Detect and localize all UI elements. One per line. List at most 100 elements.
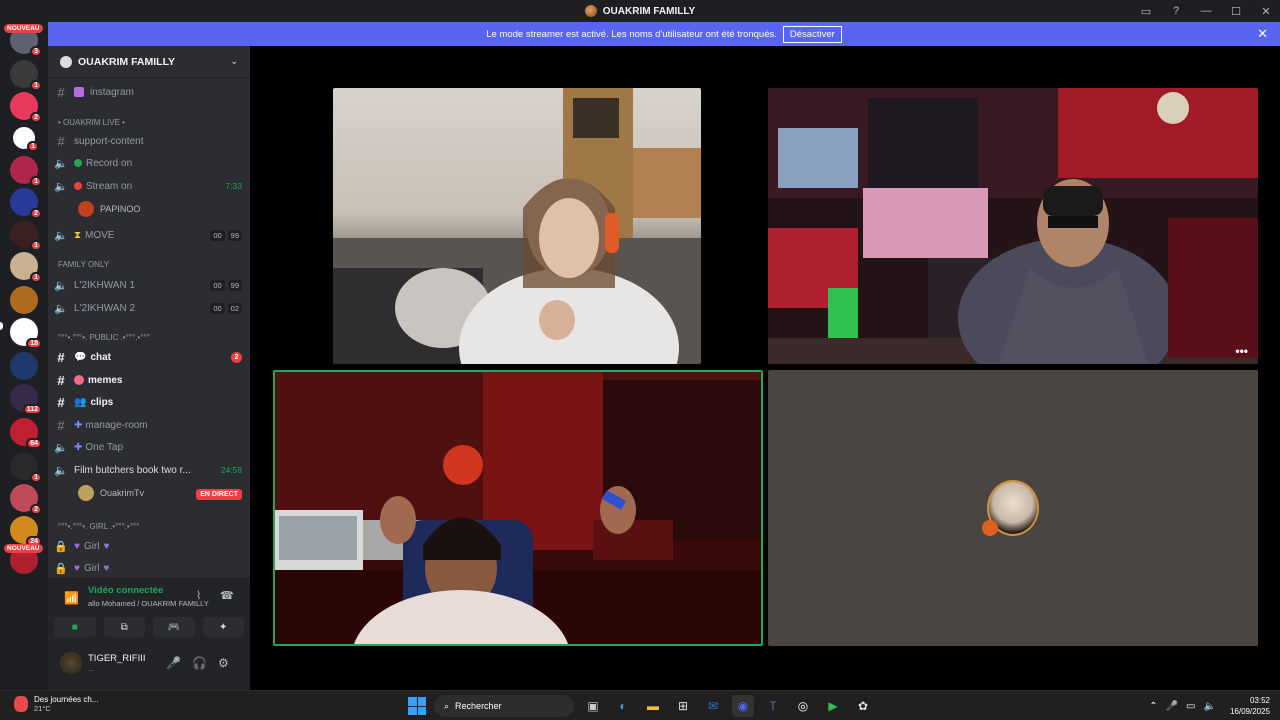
gear-icon[interactable]: ⚙ — [218, 656, 229, 670]
channel-ikhwan-1[interactable]: 🔈 L'2IKHWAN 1 00 99 — [54, 275, 242, 295]
search-bar[interactable]: ⌕ Rechercher — [434, 695, 574, 717]
noise-suppression-icon[interactable]: ⌇ — [196, 589, 201, 602]
server-header[interactable]: OUAKRIM FAMILLY ⌄ — [48, 46, 250, 78]
outlook-icon[interactable]: ✉ — [702, 695, 724, 717]
channel-one-tap[interactable]: 🔈 ✚ One Tap — [54, 437, 242, 457]
video-feed — [333, 88, 701, 364]
server-icon[interactable]: NOUVEAU 3 — [4, 24, 43, 57]
disable-streamer-button[interactable]: Désactiver — [782, 25, 842, 43]
user-count: 00 — [210, 302, 225, 314]
server-icon[interactable]: 24 — [10, 516, 42, 547]
channel-record-on[interactable]: 🔈 Record on — [54, 153, 242, 173]
play-icon[interactable]: ▶ — [822, 695, 844, 717]
user-limit: 02 — [227, 302, 242, 314]
avatar — [78, 201, 94, 217]
voice-user-ouakrimtv[interactable]: OuakrimTv EN DIRECT — [78, 483, 242, 503]
server-icon[interactable]: 112 — [10, 384, 42, 415]
category-live[interactable]: • OUAKRIM LIVE • — [58, 118, 125, 127]
help-icon[interactable]: ? — [1168, 3, 1184, 19]
minimize-button[interactable]: — — [1198, 3, 1214, 19]
user-name[interactable]: TIGER_RIFIII — [88, 653, 146, 664]
more-options-icon[interactable]: ••• — [1235, 344, 1248, 358]
server-icon[interactable]: 18 — [10, 318, 42, 349]
video-tile[interactable] — [273, 370, 763, 646]
camera-button[interactable]: ■ — [54, 617, 96, 637]
activity-button[interactable]: 🎮 — [153, 617, 195, 637]
channel-instagram[interactable]: # instagram — [54, 82, 242, 102]
video-stage: ••• — [250, 46, 1280, 690]
teams-icon[interactable]: T — [762, 695, 784, 717]
disconnect-icon[interactable]: ☎ — [220, 589, 234, 602]
store-icon[interactable]: ⊞ — [672, 695, 694, 717]
voice-user-papinoo[interactable]: PAPINOO — [78, 199, 242, 219]
obs-icon[interactable]: ◎ — [792, 695, 814, 717]
server-icon[interactable]: 1 — [10, 220, 42, 251]
headphones-icon[interactable]: 🎧 — [192, 656, 207, 670]
people-icon: 👥 — [74, 396, 87, 408]
maximize-button[interactable]: ☐ — [1228, 3, 1244, 19]
server-icon — [584, 5, 597, 17]
speaker-icon: 🔈 — [54, 464, 68, 477]
chevron-up-icon[interactable]: ⌃ — [1149, 701, 1157, 712]
server-icon[interactable] — [10, 352, 38, 380]
close-icon[interactable]: ✕ — [1257, 26, 1268, 42]
voice-status[interactable]: Vidéo connectée — [88, 585, 163, 596]
channel-label: Girl — [83, 562, 100, 574]
edge-icon[interactable]: ◐ — [612, 695, 634, 717]
channel-film-butchers[interactable]: 🔈 Film butchers book two r... 24:58 — [54, 460, 242, 480]
server-icon[interactable]: 2 — [10, 188, 42, 219]
soundboard-button[interactable]: ✦ — [202, 617, 244, 637]
avatar[interactable] — [60, 652, 82, 674]
heart-icon: ♥ — [103, 562, 110, 574]
microphone-icon[interactable]: 🎤 — [166, 656, 181, 670]
category-family-only[interactable]: FAMILY ONLY — [58, 260, 109, 269]
chevron-down-icon[interactable]: ⌄ — [230, 56, 238, 67]
server-icon[interactable] — [10, 286, 38, 314]
channel-move[interactable]: 🔈 ⧗ MOVE 00 99 — [54, 225, 242, 245]
category-girl[interactable]: °°°•.°°°•. Girl .•°°°.•°°° — [58, 522, 139, 531]
category-public[interactable]: °°°•.°°°•. PUBLIC .•°°°.•°°° — [58, 333, 150, 342]
microphone-icon[interactable]: 🎤 — [1166, 701, 1178, 712]
video-tile[interactable] — [768, 370, 1258, 646]
server-icon[interactable]: 2 — [10, 484, 42, 515]
server-icon[interactable]: 1 — [10, 124, 39, 152]
file-explorer-icon[interactable]: ▬ — [642, 695, 664, 717]
volume-icon[interactable]: 🔈 — [1204, 701, 1216, 712]
channel-support-content[interactable]: # support-content — [54, 131, 242, 151]
server-icon[interactable]: 1 — [10, 60, 42, 91]
channel-ikhwan-2[interactable]: 🔈 L'2IKHWAN 2 00 02 — [54, 298, 242, 318]
server-icon[interactable]: 64 — [10, 418, 42, 449]
channel-chat[interactable]: # 💬 chat 2 — [54, 347, 242, 367]
channel-girl-2[interactable]: 🔒 ♥ Girl ♥ — [54, 558, 242, 578]
video-tile[interactable]: ••• — [768, 88, 1258, 364]
user-count: 00 — [210, 279, 225, 291]
screen-share-button[interactable]: ⧉ — [103, 617, 145, 637]
task-view-icon[interactable]: ▣ — [582, 695, 604, 717]
channel-girl-1[interactable]: 🔒 ♥ Girl ♥ — [54, 536, 242, 556]
discord-icon[interactable]: ◉ — [732, 695, 754, 717]
channel-manage-room[interactable]: # ✚ manage-room — [54, 415, 242, 435]
new-badge: NOUVEAU — [4, 24, 43, 33]
inbox-icon[interactable]: ▭ — [1138, 3, 1154, 19]
video-tile[interactable] — [333, 88, 701, 364]
voice-channel-path[interactable]: allo Mohamed / OUAKRIM FAMILLY — [88, 599, 209, 608]
speaker-icon: 🔈 — [54, 180, 68, 193]
clock[interactable]: 03:52 16/09/2025 — [1230, 695, 1270, 717]
close-window-button[interactable]: ✕ — [1258, 3, 1274, 19]
signal-icon[interactable]: 📶 — [64, 591, 79, 605]
channel-clips[interactable]: # 👥 clips — [54, 392, 242, 412]
speech-bubble-icon: 💬 — [74, 351, 87, 363]
server-icon[interactable]: NOUVEAU — [4, 544, 43, 574]
channel-memes[interactable]: # memes — [54, 370, 242, 390]
channel-stream-on[interactable]: 🔈 Stream on 7:33 — [54, 176, 242, 196]
chatgpt-icon[interactable]: ✿ — [852, 695, 874, 717]
network-icon[interactable]: ▭ — [1186, 701, 1195, 712]
channel-label: L'2IKHWAN 1 — [74, 279, 136, 291]
weather-widget[interactable]: Des journées ch... 21°C — [14, 695, 98, 713]
heart-icon: ♥ — [74, 562, 80, 574]
start-button[interactable] — [408, 697, 426, 715]
server-icon[interactable]: 1 — [10, 452, 42, 483]
server-icon[interactable]: 1 — [10, 156, 42, 187]
server-icon[interactable]: 2 — [10, 92, 42, 123]
server-icon[interactable]: 1 — [10, 252, 42, 283]
